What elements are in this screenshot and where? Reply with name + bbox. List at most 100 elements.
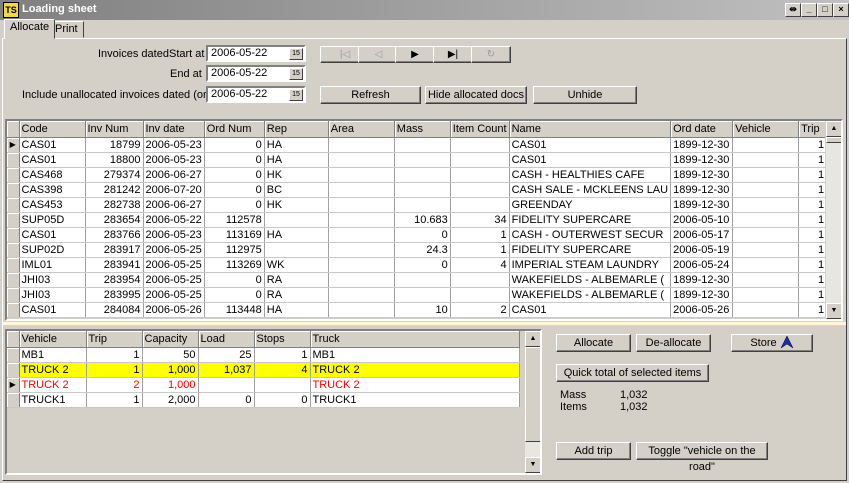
cell-stops[interactable]: 0 bbox=[254, 392, 311, 408]
cell-code[interactable]: CAS01 bbox=[19, 137, 86, 153]
unhide-button[interactable]: Unhide bbox=[533, 86, 637, 104]
cell-ord-num[interactable]: 113169 bbox=[204, 227, 265, 243]
cell-mass[interactable] bbox=[394, 272, 451, 288]
cell-inv-date[interactable]: 2006-05-23 bbox=[143, 152, 205, 168]
cell-inv-num[interactable]: 282738 bbox=[85, 197, 144, 213]
cell-inv-date[interactable]: 2006-05-25 bbox=[143, 287, 205, 303]
cell-mass[interactable] bbox=[394, 197, 451, 213]
cell-rep[interactable]: HK bbox=[264, 167, 329, 183]
column-header-code[interactable]: Code bbox=[19, 121, 86, 138]
table-row[interactable]: CAS453 282738 2006-06-27 0 HK GREENDAY 1899-12… bbox=[7, 197, 828, 213]
cell-mass[interactable] bbox=[394, 152, 451, 168]
maximize-icon[interactable]: □ bbox=[817, 3, 833, 17]
deallocate-button[interactable]: De-allocate bbox=[636, 334, 711, 352]
cell-ord-num[interactable]: 112578 bbox=[204, 212, 265, 228]
cell-stops[interactable]: 4 bbox=[254, 362, 311, 378]
cell-capacity[interactable]: 50 bbox=[142, 347, 199, 363]
quick-total-button[interactable]: Quick total of selected items bbox=[556, 364, 709, 382]
cell-inv-num[interactable]: 279374 bbox=[85, 167, 144, 183]
cell-area[interactable] bbox=[328, 227, 395, 243]
scroll-down-icon[interactable]: ▼ bbox=[826, 303, 841, 319]
cell-truck[interactable]: TRUCK 2 bbox=[310, 377, 520, 393]
cell-ord-date[interactable]: 1899-12-30 bbox=[670, 272, 734, 288]
cell-rep[interactable] bbox=[264, 212, 329, 228]
row-indicator[interactable] bbox=[7, 287, 20, 303]
row-indicator[interactable] bbox=[7, 212, 20, 228]
cell-ord-date[interactable]: 1899-12-30 bbox=[670, 167, 734, 183]
cell-truck[interactable]: TRUCK1 bbox=[310, 392, 520, 408]
cell-code[interactable]: SUP02D bbox=[19, 242, 86, 258]
cell-vehicle[interactable] bbox=[732, 242, 800, 258]
cell-trip[interactable]: 1 bbox=[798, 167, 828, 183]
cell-vehicle[interactable]: TRUCK 2 bbox=[19, 362, 87, 378]
column-header-capacity[interactable]: Capacity bbox=[142, 331, 199, 348]
cell-item-count[interactable] bbox=[450, 272, 510, 288]
scroll-thumb[interactable] bbox=[826, 137, 841, 143]
cell-code[interactable]: CAS01 bbox=[19, 152, 86, 168]
cell-ord-num[interactable]: 0 bbox=[204, 152, 265, 168]
cell-area[interactable] bbox=[328, 287, 395, 303]
unallocated-date-field[interactable]: 2006-05-22 15 bbox=[206, 86, 306, 103]
row-indicator[interactable] bbox=[7, 362, 20, 378]
cell-area[interactable] bbox=[328, 242, 395, 258]
cell-vehicle[interactable] bbox=[732, 272, 800, 288]
table-row[interactable]: MB1 1 50 25 1 MB1 bbox=[7, 347, 520, 363]
cell-vehicle[interactable]: TRUCK 2 bbox=[19, 377, 87, 393]
table-row[interactable]: CAS398 281242 2006-07-20 0 BC CASH SALE - MCK… bbox=[7, 182, 828, 198]
column-header-ord-num[interactable]: Ord Num bbox=[204, 121, 265, 138]
cell-stops[interactable] bbox=[254, 377, 311, 393]
cell-rep[interactable]: HA bbox=[264, 302, 329, 318]
cell-vehicle[interactable] bbox=[732, 212, 800, 228]
cell-inv-num[interactable]: 18799 bbox=[85, 137, 144, 153]
table-row[interactable]: CAS468 279374 2006-06-27 0 HK CASH - HEALTHIE… bbox=[7, 167, 828, 183]
table-row[interactable]: CAS01 18800 2006-05-23 0 HA CAS01 1899-12-30 1 bbox=[7, 152, 828, 168]
table-row[interactable]: IML01 283941 2006-05-25 113269 WK 0 4 IMPERIAL … bbox=[7, 257, 828, 273]
cell-code[interactable]: JHI03 bbox=[19, 272, 86, 288]
cell-inv-date[interactable]: 2006-05-23 bbox=[143, 137, 205, 153]
cell-item-count[interactable] bbox=[450, 197, 510, 213]
cell-mass[interactable]: 10 bbox=[394, 302, 451, 318]
cell-name[interactable]: CAS01 bbox=[509, 137, 672, 153]
row-indicator[interactable] bbox=[7, 392, 20, 408]
cell-item-count[interactable] bbox=[450, 287, 510, 303]
cell-rep[interactable]: RA bbox=[264, 272, 329, 288]
pin-icon[interactable]: ⇹ bbox=[785, 3, 801, 17]
table-row[interactable]: TRUCK 2 1 1,000 1,037 4 TRUCK 2 bbox=[7, 362, 520, 378]
cell-vehicle[interactable] bbox=[732, 137, 800, 153]
column-header-rep[interactable]: Rep bbox=[264, 121, 329, 138]
cell-name[interactable]: CASH SALE - MCKLEENS LAU bbox=[509, 182, 672, 198]
cell-trip[interactable]: 2 bbox=[86, 377, 143, 393]
table-row[interactable]: ▶ TRUCK 2 2 1,000 TRUCK 2 bbox=[7, 377, 520, 393]
cell-rep[interactable]: WK bbox=[264, 257, 329, 273]
column-header-vehicle[interactable]: Vehicle bbox=[19, 331, 87, 348]
table-row[interactable]: SUP05D 283654 2006-05-22 112578 10.683 34 FIDE… bbox=[7, 212, 828, 228]
cell-name[interactable]: FIDELITY SUPERCARE bbox=[509, 212, 672, 228]
table-row[interactable]: CAS01 284084 2006-05-26 113448 HA 10 2 CAS01 200… bbox=[7, 302, 828, 318]
cell-code[interactable]: CAS01 bbox=[19, 302, 86, 318]
cell-inv-num[interactable]: 284084 bbox=[85, 302, 144, 318]
toggle-vehicle-on-road-button[interactable]: Toggle "vehicle on the road" bbox=[636, 442, 768, 473]
calendar-icon[interactable]: 15 bbox=[289, 48, 303, 60]
cell-truck[interactable]: MB1 bbox=[310, 347, 520, 363]
cell-item-count[interactable] bbox=[450, 152, 510, 168]
cell-capacity[interactable]: 1,000 bbox=[142, 377, 199, 393]
cell-ord-date[interactable]: 2006-05-19 bbox=[670, 242, 734, 258]
column-header-mass[interactable]: Mass bbox=[394, 121, 451, 138]
end-date-field[interactable]: 2006-05-22 15 bbox=[206, 65, 306, 82]
cell-trip[interactable]: 1 bbox=[86, 347, 143, 363]
cell-code[interactable]: JHI03 bbox=[19, 287, 86, 303]
column-header-truck[interactable]: Truck bbox=[310, 331, 520, 348]
cell-name[interactable]: CASH - OUTERWEST SECUR bbox=[509, 227, 672, 243]
last-record-button[interactable]: ▶| bbox=[433, 46, 473, 63]
cell-area[interactable] bbox=[328, 182, 395, 198]
cell-ord-num[interactable]: 0 bbox=[204, 287, 265, 303]
cell-ord-num[interactable]: 112975 bbox=[204, 242, 265, 258]
scroll-down-icon[interactable]: ▼ bbox=[525, 457, 540, 473]
row-indicator[interactable] bbox=[7, 302, 20, 318]
current-row-indicator-icon[interactable]: ▶ bbox=[7, 377, 20, 393]
cell-load[interactable]: 1,037 bbox=[198, 362, 255, 378]
column-header-load[interactable]: Load bbox=[198, 331, 255, 348]
row-indicator[interactable] bbox=[7, 152, 20, 168]
cell-ord-date[interactable]: 1899-12-30 bbox=[670, 137, 734, 153]
cell-name[interactable]: FIDELITY SUPERCARE bbox=[509, 242, 672, 258]
